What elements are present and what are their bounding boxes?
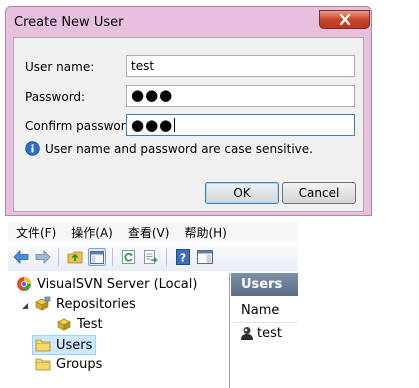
forward-arrow-icon[interactable] [34, 248, 52, 266]
properties-pane-icon[interactable] [196, 248, 214, 266]
tree-label-repositories: Repositories [56, 296, 136, 312]
column-header-name[interactable]: Name [241, 303, 279, 318]
repository-icon [57, 318, 71, 331]
folder-icon [35, 358, 51, 371]
toolbar-separator [166, 248, 167, 266]
menu-help[interactable]: 帮助(H) [176, 224, 233, 241]
toolbar-separator [58, 248, 59, 266]
toolbar: ? [8, 243, 298, 271]
svg-text:?: ? [180, 252, 186, 265]
tree-label-users: Users [56, 337, 93, 353]
username-label: User name: [25, 60, 95, 74]
tree-item-repositories[interactable]: Repositories [35, 296, 136, 312]
confirm-password-value: ●●● [131, 116, 174, 134]
visualsvn-logo-icon [17, 277, 31, 291]
close-icon [339, 14, 350, 25]
confirm-password-input[interactable]: ●●● [126, 114, 355, 136]
menu-view[interactable]: 查看(V) [120, 224, 177, 241]
password-input[interactable]: ●●● [126, 85, 355, 107]
user-name: test [257, 326, 282, 341]
show-hide-tree-icon[interactable] [88, 248, 106, 266]
console-tree: VisualSVN Server (Local) ◢ Repositories … [8, 273, 230, 388]
username-value: test [131, 59, 155, 73]
tree-label-groups: Groups [56, 356, 103, 372]
up-folder-icon[interactable] [66, 248, 84, 266]
cancel-button[interactable]: Cancel [282, 182, 356, 204]
tree-label-test: Test [77, 316, 103, 332]
result-pane-header: Users [231, 273, 298, 296]
username-input[interactable]: test [126, 55, 355, 77]
tree-label-server: VisualSVN Server (Local) [37, 276, 198, 292]
collapse-arrow-icon[interactable]: ◢ [22, 301, 28, 310]
dialog-body: User name: test Password: ●●● Confirm pa… [13, 37, 364, 212]
user-icon [241, 327, 253, 340]
info-text: User name and password are case sensitiv… [45, 141, 313, 156]
tree-item-repo-test[interactable]: Test [56, 316, 103, 332]
folder-icon [35, 339, 51, 352]
repositories-icon [35, 296, 51, 311]
column-divider [231, 322, 298, 323]
tree-item-users[interactable]: Users [32, 335, 97, 355]
back-arrow-icon[interactable] [12, 248, 30, 266]
help-icon[interactable]: ? [174, 248, 192, 266]
toolbar-separator [112, 248, 113, 266]
password-label: Password: [25, 90, 86, 104]
info-icon [25, 141, 40, 156]
tree-item-visualsvn-server[interactable]: VisualSVN Server (Local) [16, 276, 197, 292]
text-caret [174, 118, 176, 132]
list-item[interactable]: test [240, 326, 282, 341]
confirm-password-label: Confirm password: [25, 119, 138, 133]
menu-action[interactable]: 操作(A) [63, 224, 120, 241]
dialog-title: Create New User [14, 15, 124, 30]
menu-bar: 文件(F) 操作(A) 查看(V) 帮助(H) [8, 222, 298, 242]
dialog-close-button[interactable] [319, 10, 370, 29]
menu-file[interactable]: 文件(F) [8, 224, 63, 241]
ok-button[interactable]: OK [205, 182, 279, 204]
refresh-icon[interactable] [120, 248, 138, 266]
password-value: ●●● [131, 86, 174, 104]
create-user-dialog: Create New User User name: test Password… [5, 6, 372, 216]
info-row: User name and password are case sensitiv… [25, 141, 313, 156]
tree-item-groups[interactable]: Groups [35, 356, 102, 372]
export-list-icon[interactable] [142, 248, 160, 266]
result-pane: Users Name test [231, 273, 419, 388]
